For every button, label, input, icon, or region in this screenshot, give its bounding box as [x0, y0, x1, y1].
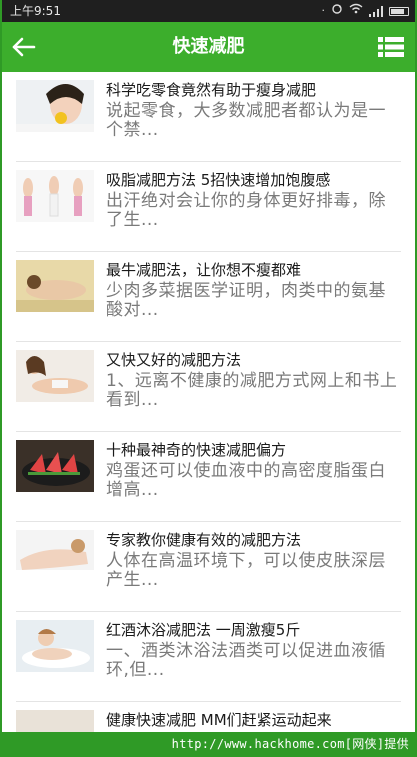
list-item[interactable]: 专家教你健康有效的减肥方法 人体在高温环境下，可以使皮肤深层产生...	[16, 522, 401, 612]
article-title: 专家教你健康有效的减肥方法	[106, 531, 302, 549]
list-item[interactable]: 最牛减肥法，让你想不瘦都难 少肉多菜据医学证明，肉类中的氨基酸对...	[16, 252, 401, 342]
status-time: 上午9:51	[10, 4, 61, 18]
article-list: 科学吃零食竟然有助于瘦身减肥 说起零食，大多数减肥者都认为是一个禁... 吸脂减…	[2, 72, 415, 732]
article-summary: 一、酒类沐浴法酒类可以促进血液循环,但...	[106, 641, 386, 680]
page-title: 快速减肥	[172, 36, 245, 57]
list-item[interactable]: 健康快速减肥 MM们赶紧运动起来	[16, 702, 401, 732]
article-title: 十种最神奇的快速减肥偏方	[106, 441, 287, 459]
partial-thumbnail	[16, 710, 94, 732]
article-summary: 鸡蛋还可以使血液中的高密度脂蛋白增高...	[106, 461, 386, 500]
menu-button[interactable]	[375, 32, 407, 62]
article-summary: 1、远离不健康的减肥方式网上和书上看到...	[106, 371, 398, 410]
article-title: 吸脂减肥方法 5招快速增加饱腹感	[106, 171, 331, 189]
article-title: 红酒沐浴减肥法 一周激瘦5斤	[106, 621, 301, 639]
article-summary: 出汗绝对会让你的身体更好排毒，除了生...	[106, 191, 386, 230]
status-bar: 上午9:51 ·	[2, 0, 415, 22]
spa-woman-thumbnail	[16, 260, 94, 312]
lying-woman-thumbnail	[16, 530, 94, 582]
list-item[interactable]: 科学吃零食竟然有助于瘦身减肥 说起零食，大多数减肥者都认为是一个禁...	[16, 72, 401, 162]
watermelon-plate-thumbnail	[16, 440, 94, 492]
signal-icon	[369, 5, 383, 17]
article-summary: 说起零食，大多数减肥者都认为是一个禁...	[106, 101, 386, 140]
list-item[interactable]: 吸脂减肥方法 5招快速增加饱腹感 出汗绝对会让你的身体更好排毒，除了生...	[16, 162, 401, 252]
article-title: 健康快速减肥 MM们赶紧运动起来	[106, 711, 332, 729]
list-menu-icon	[378, 37, 404, 57]
fitness-women-thumbnail	[16, 170, 94, 222]
sync-icon	[331, 3, 343, 20]
app-header: 快速减肥	[2, 22, 415, 72]
dot-icon: ·	[321, 4, 326, 17]
article-title: 又快又好的减肥方法	[106, 351, 242, 369]
app-frame: 上午9:51 · 快速减肥 科学吃零食竟然有助于瘦身减肥 说起零食，大多数减肥者…	[0, 0, 417, 757]
reclining-woman-thumbnail	[16, 350, 94, 402]
battery-icon	[389, 6, 409, 16]
article-summary: 人体在高温环境下，可以使皮肤深层产生...	[106, 551, 386, 590]
article-title: 最牛减肥法，让你想不瘦都难	[106, 261, 302, 279]
watermark-bar: http://www.hackhome.com[网侠]提供	[2, 732, 415, 757]
wifi-icon	[349, 3, 363, 19]
bath-woman-thumbnail	[16, 620, 94, 672]
list-item[interactable]: 又快又好的减肥方法 1、远离不健康的减肥方式网上和书上看到...	[16, 342, 401, 432]
article-summary: 少肉多菜据医学证明，肉类中的氨基酸对...	[106, 281, 386, 320]
list-item[interactable]: 红酒沐浴减肥法 一周激瘦5斤 一、酒类沐浴法酒类可以促进血液循环,但...	[16, 612, 401, 702]
status-icons: ·	[321, 3, 409, 20]
woman-eating-thumbnail	[16, 80, 94, 132]
article-title: 科学吃零食竟然有助于瘦身减肥	[106, 81, 317, 99]
watermark-text: http://www.hackhome.com[网侠]提供	[171, 737, 409, 751]
list-item[interactable]: 十种最神奇的快速减肥偏方 鸡蛋还可以使血液中的高密度脂蛋白增高...	[16, 432, 401, 522]
